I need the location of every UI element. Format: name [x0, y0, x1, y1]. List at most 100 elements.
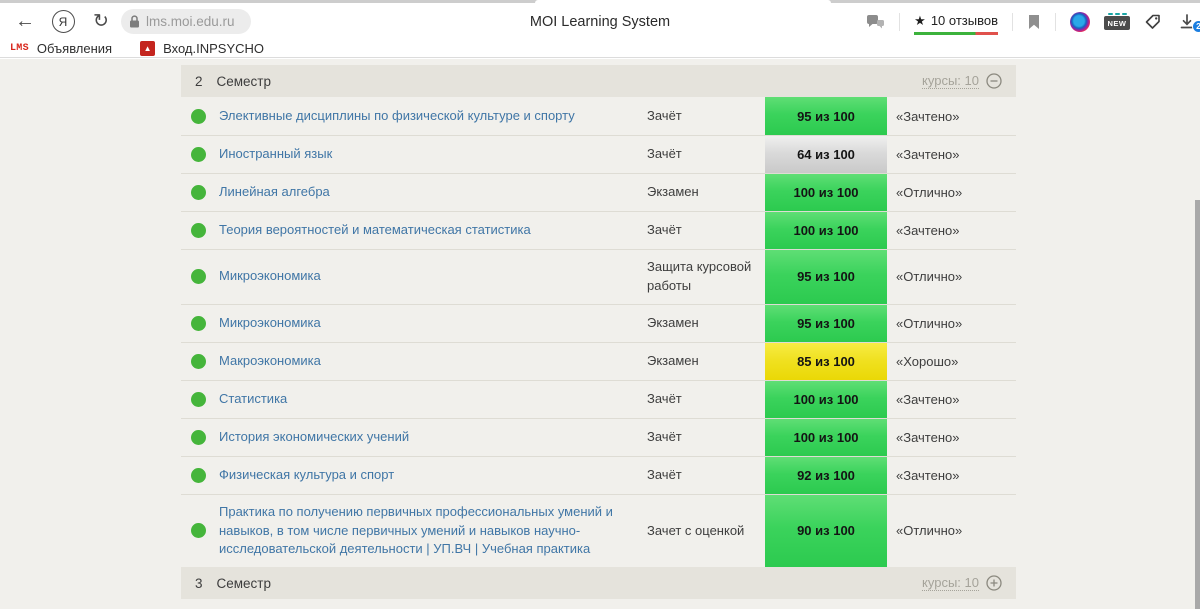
exam-type: Защита курсовой работы [647, 250, 765, 304]
exam-type: Зачёт [647, 420, 765, 455]
toolbar-right-icons: ★ 10 отзывов NEW [866, 3, 1200, 40]
score-badge: 100 из 100 [765, 419, 887, 456]
exam-type: Экзамен [647, 306, 765, 341]
yandex-browser-icon[interactable]: Я [48, 3, 78, 40]
semester-3-header: 3 Семестр курсы: 10 [181, 567, 1016, 599]
exam-type: Зачет с оценкой [647, 514, 765, 549]
course-link[interactable]: Макроэкономика [219, 344, 647, 379]
pyramid-favicon: ▲ [140, 41, 155, 56]
yandex-letter: Я [52, 10, 75, 33]
status-dot-icon [191, 392, 206, 407]
exam-type: Зачёт [647, 382, 765, 417]
capture-dashes-icon [1108, 13, 1127, 15]
feedback-icon[interactable] [866, 14, 885, 30]
reviews-count-label: 10 отзывов [931, 13, 998, 28]
status-dot-icon [191, 468, 206, 483]
expand-plus-icon[interactable] [986, 575, 1002, 591]
semester-number: 2 [195, 74, 203, 89]
course-link[interactable]: Иностранный язык [219, 137, 647, 172]
scrollbar-thumb[interactable] [1195, 200, 1200, 609]
course-row: Микроэкономика Экзамен 95 из 100 «Отличн… [181, 304, 1016, 342]
course-row: Статистика Зачёт 100 из 100 «Зачтено» [181, 380, 1016, 418]
lms-favicon: LMS [10, 43, 29, 54]
score-badge: 100 из 100 [765, 381, 887, 418]
rating-bar [914, 32, 998, 35]
bookmark-announcements[interactable]: LMS Объявления [10, 41, 112, 56]
course-link[interactable]: Статистика [219, 382, 647, 417]
course-link[interactable]: Теория вероятностей и математическая ста… [219, 213, 647, 248]
downloads-count-badge: 2 [1192, 20, 1200, 33]
exam-type: Зачёт [647, 99, 765, 134]
status-dot-icon [191, 430, 206, 445]
screenshot-extension-icon[interactable]: NEW [1104, 13, 1130, 30]
score-badge: 95 из 100 [765, 250, 887, 304]
grade-text: «Зачтено» [887, 223, 1016, 238]
score-badge: 90 из 100 [765, 495, 887, 568]
grade-text: «Зачтено» [887, 147, 1016, 162]
course-table-body: Элективные дисциплины по физической куль… [181, 97, 1016, 567]
course-link[interactable]: Микроэкономика [219, 306, 647, 341]
status-dot-icon [191, 109, 206, 124]
grade-text: «Зачтено» [887, 109, 1016, 124]
grade-text: «Зачтено» [887, 430, 1016, 445]
grade-text: «Хорошо» [887, 354, 1016, 369]
grade-text: «Отлично» [887, 185, 1016, 200]
address-bar[interactable]: lms.moi.edu.ru [121, 9, 251, 34]
toolbar-separator [1055, 13, 1056, 31]
course-link[interactable]: Практика по получению первичных професси… [219, 495, 647, 568]
course-row: Линейная алгебра Экзамен 100 из 100 «Отл… [181, 173, 1016, 211]
star-icon: ★ [914, 13, 926, 29]
exam-type: Зачёт [647, 458, 765, 493]
semester-number: 3 [195, 576, 203, 591]
exam-type: Экзамен [647, 344, 765, 379]
score-badge: 92 из 100 [765, 457, 887, 494]
grade-text: «Зачтено» [887, 468, 1016, 483]
course-link[interactable]: История экономических учений [219, 420, 647, 455]
status-dot-icon [191, 354, 206, 369]
courses-count-link[interactable]: курсы: 10 [922, 575, 979, 591]
course-row: Элективные дисциплины по физической куль… [181, 97, 1016, 135]
score-badge: 95 из 100 [765, 305, 887, 342]
toolbar-separator [899, 13, 900, 31]
bookmark-inpsycho[interactable]: ▲ Вход.INPSYCHO [140, 41, 264, 56]
semester-label: Семестр [217, 576, 272, 591]
score-badge: 100 из 100 [765, 212, 887, 249]
course-link[interactable]: Линейная алгебра [219, 175, 647, 210]
refresh-button[interactable]: ↻ [86, 3, 116, 40]
grades-table: 2 Семестр курсы: 10 Элективные дисциплин… [181, 65, 1016, 599]
status-dot-icon [191, 147, 206, 162]
course-row: Теория вероятностей и математическая ста… [181, 211, 1016, 249]
score-badge: 100 из 100 [765, 174, 887, 211]
status-dot-icon [191, 316, 206, 331]
page-content: 2 Семестр курсы: 10 Элективные дисциплин… [0, 59, 1200, 609]
browser-toolbar: ← Я ↻ lms.moi.edu.ru MOI Learning System [0, 3, 1200, 40]
course-link[interactable]: Элективные дисциплины по физической куль… [219, 99, 647, 134]
back-button[interactable]: ← [10, 3, 40, 40]
tag-extension-icon[interactable] [1144, 13, 1162, 30]
collapse-minus-icon[interactable] [986, 73, 1002, 89]
grade-text: «Зачтено» [887, 392, 1016, 407]
score-badge: 64 из 100 [765, 136, 887, 173]
extension-color-circle-icon[interactable] [1070, 12, 1090, 32]
course-link[interactable]: Физическая культура и спорт [219, 458, 647, 493]
score-badge: 85 из 100 [765, 343, 887, 380]
url-text: lms.moi.edu.ru [146, 14, 235, 29]
course-link[interactable]: Микроэкономика [219, 259, 647, 294]
semester-label: Семестр [217, 74, 272, 89]
course-row: История экономических учений Зачёт 100 и… [181, 418, 1016, 456]
course-row: Иностранный язык Зачёт 64 из 100 «Зачтен… [181, 135, 1016, 173]
status-dot-icon [191, 185, 206, 200]
courses-count-link[interactable]: курсы: 10 [922, 73, 979, 89]
new-badge: NEW [1104, 16, 1130, 30]
course-row: Физическая культура и спорт Зачёт 92 из … [181, 456, 1016, 494]
exam-type: Зачёт [647, 137, 765, 172]
score-badge: 95 из 100 [765, 97, 887, 135]
downloads-button[interactable]: 2 [1176, 14, 1198, 30]
reviews-rating-button[interactable]: ★ 10 отзывов [914, 13, 998, 31]
semester-2-header: 2 Семестр курсы: 10 [181, 65, 1016, 97]
bookmark-flag-icon[interactable] [1027, 14, 1041, 30]
status-dot-icon [191, 269, 206, 284]
exam-type: Экзамен [647, 175, 765, 210]
grade-text: «Отлично» [887, 523, 1016, 538]
lock-icon [129, 15, 140, 28]
